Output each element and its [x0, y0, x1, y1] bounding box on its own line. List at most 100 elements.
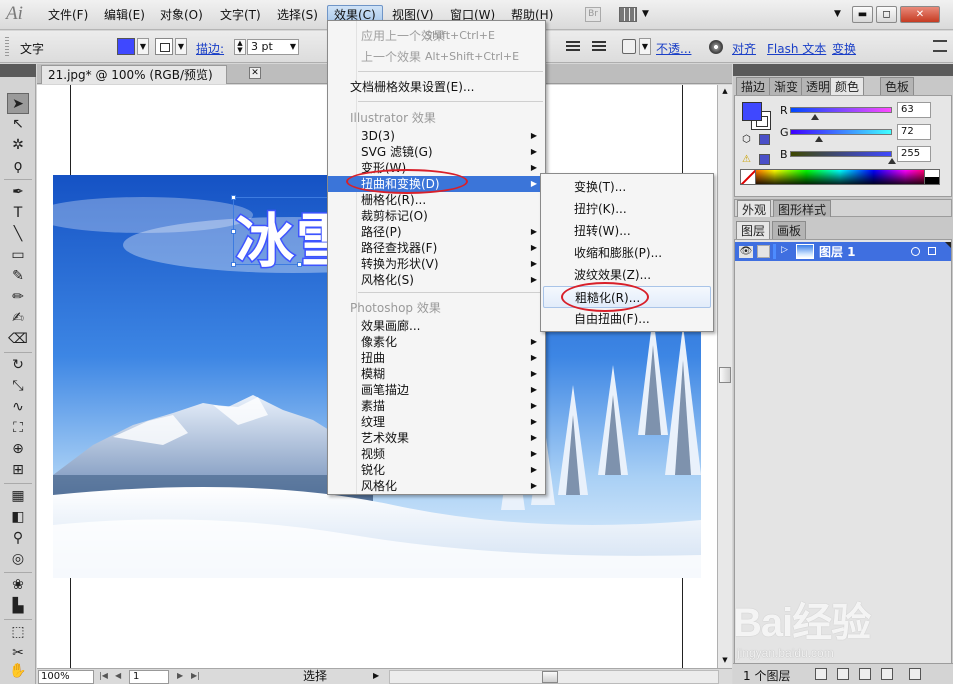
- recolor-artwork-icon[interactable]: [709, 40, 723, 54]
- menu-item-last-effect[interactable]: 上一个效果 Alt+Shift+Ctrl+E: [328, 49, 545, 65]
- stroke-dropdown[interactable]: ▼: [175, 38, 187, 55]
- workspace-switcher-icon[interactable]: ▼: [834, 9, 841, 19]
- menu-item-zig-zag[interactable]: 波纹效果(Z)...: [541, 264, 713, 286]
- magic-wand-tool-icon[interactable]: ✲: [7, 135, 29, 156]
- align-center-icon[interactable]: [566, 41, 580, 52]
- pencil-tool-icon[interactable]: ✏: [7, 287, 29, 308]
- shape-builder-tool-icon[interactable]: ⊕: [7, 439, 29, 460]
- green-value-field[interactable]: 72: [897, 124, 931, 140]
- color-spectrum-bar[interactable]: [740, 169, 940, 185]
- out-of-gamut-warning-icon[interactable]: ⚠: [742, 154, 754, 166]
- red-channel-slider[interactable]: [790, 107, 892, 113]
- document-tab[interactable]: 21.jpg* @ 100% (RGB/预览): [41, 65, 227, 84]
- stroke-weight-stepper[interactable]: ▲ ▼: [234, 39, 246, 55]
- selection-handle[interactable]: [297, 262, 302, 267]
- blue-channel-slider[interactable]: [790, 151, 892, 157]
- fill-color-box[interactable]: [742, 102, 762, 121]
- artboard-number-field[interactable]: 1: [129, 670, 169, 684]
- menu-item-video[interactable]: 视频 ▶: [328, 446, 545, 462]
- tab-stroke[interactable]: 描边: [736, 77, 771, 95]
- menu-object[interactable]: 对象(O): [154, 5, 209, 25]
- layer-target-icon[interactable]: [911, 247, 920, 256]
- menu-item-brush-strokes[interactable]: 画笔描边 ▶: [328, 382, 545, 398]
- paintbrush-tool-icon[interactable]: ✎: [7, 266, 29, 287]
- align-right-icon[interactable]: [592, 41, 606, 52]
- gradient-tool-icon[interactable]: ◧: [7, 507, 29, 528]
- menu-item-3d[interactable]: 3D(3) ▶: [328, 128, 545, 144]
- scroll-up-icon[interactable]: ▲: [720, 87, 730, 95]
- layer-row[interactable]: 👁 ▷ 图层 1: [735, 242, 951, 261]
- create-sublayer-icon[interactable]: [859, 668, 871, 680]
- tab-color[interactable]: 颜色: [830, 77, 865, 95]
- close-button[interactable]: ✕: [900, 6, 940, 23]
- transform-link[interactable]: 变换: [832, 40, 856, 57]
- artboard-tool-icon[interactable]: ⬚: [7, 622, 29, 643]
- bridge-icon[interactable]: Br: [585, 7, 601, 22]
- status-display[interactable]: 选择: [247, 670, 383, 684]
- tab-swatches[interactable]: 色板: [880, 77, 915, 95]
- zoom-level-field[interactable]: 100%: [38, 670, 94, 684]
- tab-artboards[interactable]: 画板: [772, 221, 807, 239]
- menu-file[interactable]: 文件(F): [42, 5, 94, 25]
- arrange-documents-icon[interactable]: [619, 7, 637, 22]
- tab-graphic-styles[interactable]: 图形样式: [773, 200, 832, 217]
- tab-layers[interactable]: 图层: [736, 221, 771, 239]
- menu-item-pathfinder[interactable]: 路径查找器(F) ▶: [328, 240, 545, 256]
- none-color-swatch[interactable]: [740, 169, 756, 185]
- stroke-label[interactable]: 描边:: [196, 40, 224, 57]
- green-channel-slider[interactable]: [790, 129, 892, 135]
- rectangle-tool-icon[interactable]: ▭: [7, 245, 29, 266]
- lasso-tool-icon[interactable]: ϙ: [7, 156, 29, 177]
- menu-item-rasterize[interactable]: 栅格化(R)...: [328, 192, 545, 208]
- vertical-scrollbar[interactable]: ▲ ▼: [717, 85, 732, 668]
- menu-item-free-distort[interactable]: 自由扭曲(F)...: [541, 308, 713, 330]
- pen-tool-icon[interactable]: ✒: [7, 182, 29, 203]
- menu-item-effect-gallery[interactable]: 效果画廊...: [328, 318, 545, 334]
- menu-select[interactable]: 选择(S): [271, 5, 324, 25]
- menu-item-transform[interactable]: 变换(T)...: [541, 176, 713, 198]
- status-menu-icon[interactable]: ▶: [373, 671, 379, 680]
- horizontal-scroll-thumb[interactable]: [542, 671, 558, 683]
- scale-tool-icon[interactable]: ⤡: [7, 376, 29, 397]
- opacity-label[interactable]: 不透...: [656, 40, 691, 57]
- menu-item-apply-last-effect[interactable]: 应用上一个效果 Shift+Ctrl+E: [328, 28, 545, 44]
- web-safe-swatch[interactable]: [759, 134, 770, 145]
- first-artboard-icon[interactable]: |◀: [99, 671, 108, 680]
- menu-item-crop-marks[interactable]: 裁剪标记(O): [328, 208, 545, 224]
- opacity-dropdown[interactable]: ▼: [639, 38, 651, 55]
- delete-layer-icon[interactable]: [909, 668, 921, 680]
- menu-item-stylize-photoshop[interactable]: 风格化 ▶: [328, 478, 545, 494]
- free-transform-tool-icon[interactable]: ⛶: [7, 418, 29, 439]
- menu-item-pucker-bloat[interactable]: 收缩和膨胀(P)...: [541, 242, 713, 264]
- close-tab-icon[interactable]: ✕: [249, 67, 261, 79]
- create-new-layer-icon[interactable]: [881, 668, 893, 680]
- selection-tool-icon[interactable]: ➤: [7, 93, 29, 114]
- in-gamut-swatch[interactable]: [759, 154, 770, 165]
- panel-grip[interactable]: [5, 37, 9, 57]
- expand-triangle-icon[interactable]: ▷: [781, 245, 788, 255]
- out-of-web-color-icon[interactable]: ⬡: [742, 134, 754, 146]
- lock-toggle[interactable]: [757, 245, 770, 258]
- type-tool-icon[interactable]: T: [7, 203, 29, 224]
- layer-selection-indicator[interactable]: [928, 247, 936, 255]
- vertical-scroll-thumb[interactable]: [719, 367, 731, 383]
- eyedropper-tool-icon[interactable]: ⚲: [7, 528, 29, 549]
- black-white-swatch[interactable]: [924, 169, 940, 185]
- menu-edit[interactable]: 编辑(E): [98, 5, 151, 25]
- menu-item-svg-filters[interactable]: SVG 滤镜(G) ▶: [328, 144, 545, 160]
- minimize-button[interactable]: ▬: [852, 6, 873, 23]
- blue-value-field[interactable]: 255: [897, 146, 931, 162]
- menu-item-sharpen[interactable]: 锐化 ▶: [328, 462, 545, 478]
- menu-item-pixelate[interactable]: 像素化 ▶: [328, 334, 545, 350]
- eraser-tool-icon[interactable]: ⌫: [7, 329, 29, 350]
- menu-item-sketch[interactable]: 素描 ▶: [328, 398, 545, 414]
- blend-tool-icon[interactable]: ◎: [7, 549, 29, 570]
- menu-item-distort[interactable]: 扭曲 ▶: [328, 350, 545, 366]
- menu-item-tweak[interactable]: 扭拧(K)...: [541, 198, 713, 220]
- locate-object-icon[interactable]: [815, 668, 827, 680]
- symbol-sprayer-tool-icon[interactable]: ❀: [7, 575, 29, 596]
- green-slider-handle[interactable]: [814, 136, 823, 142]
- stroke-weight-field[interactable]: 3 pt: [247, 39, 299, 55]
- direct-selection-tool-icon[interactable]: ↖: [7, 114, 29, 135]
- panel-dock-header[interactable]: [733, 64, 953, 76]
